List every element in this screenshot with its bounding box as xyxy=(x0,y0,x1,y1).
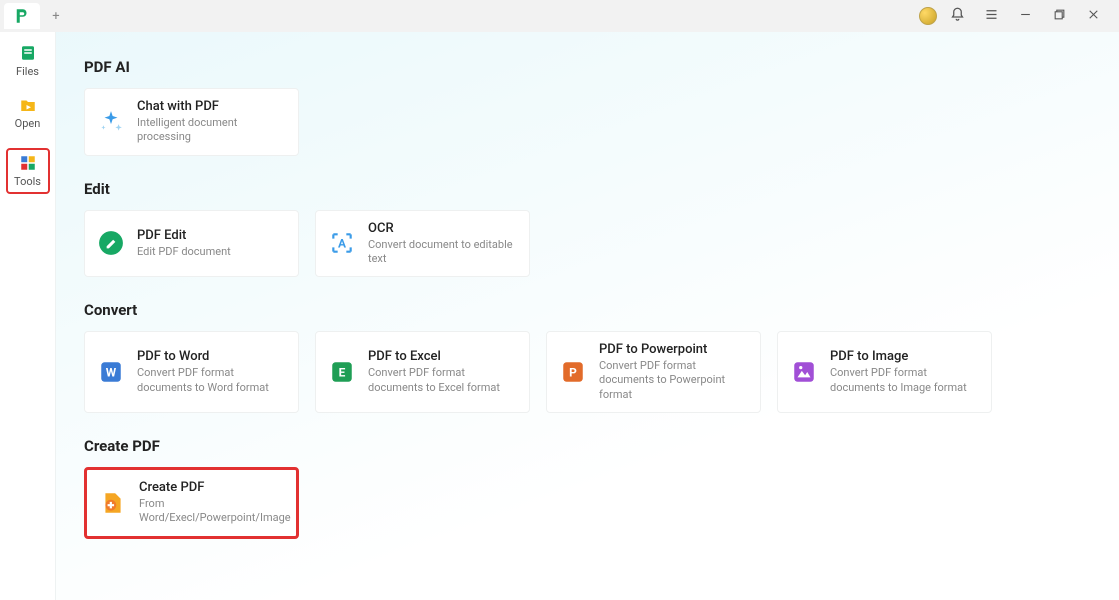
close-icon xyxy=(1087,8,1100,25)
card-pdf-edit[interactable]: PDF Edit Edit PDF document xyxy=(84,210,299,278)
sparkle-icon xyxy=(97,108,125,136)
section-title-edit: Edit xyxy=(84,180,1091,198)
sidebar-item-label: Open xyxy=(15,117,41,130)
menu-button[interactable] xyxy=(977,2,1005,30)
section-title-convert: Convert xyxy=(84,301,1091,319)
card-desc: Convert PDF format documents to Excel fo… xyxy=(368,366,517,395)
notifications-button[interactable] xyxy=(943,2,971,30)
minimize-icon xyxy=(1019,8,1032,25)
open-icon xyxy=(19,96,37,114)
maximize-button[interactable] xyxy=(1045,2,1073,30)
card-desc: Convert PDF format documents to Image fo… xyxy=(830,366,979,395)
word-icon: W xyxy=(97,358,125,386)
svg-text:W: W xyxy=(106,365,117,379)
close-window-button[interactable] xyxy=(1079,2,1107,30)
card-chat-with-pdf[interactable]: Chat with PDF Intelligent document proce… xyxy=(84,88,299,156)
titlebar-left: + xyxy=(4,2,70,30)
card-desc: Edit PDF document xyxy=(137,245,231,259)
sidebar-item-label: Tools xyxy=(14,175,41,188)
section-create-pdf: Create PDF Create PDF From Word/Execl/Po… xyxy=(84,437,1091,539)
card-ocr[interactable]: A OCR Convert document to editable text xyxy=(315,210,530,278)
sidebar-item-files[interactable]: Files xyxy=(6,44,50,78)
ocr-icon: A xyxy=(328,229,356,257)
section-edit: Edit PDF Edit Edit PDF document A xyxy=(84,180,1091,278)
card-title: PDF to Excel xyxy=(368,349,517,364)
card-pdf-to-powerpoint[interactable]: P PDF to Powerpoint Convert PDF format d… xyxy=(546,331,761,413)
card-desc: From Word/Execl/Powerpoint/Image xyxy=(139,497,291,526)
app-logo-icon xyxy=(13,7,31,25)
image-icon xyxy=(790,358,818,386)
card-title: PDF to Word xyxy=(137,349,286,364)
hamburger-icon xyxy=(984,7,999,26)
card-title: PDF to Image xyxy=(830,349,979,364)
section-title-create-pdf: Create PDF xyxy=(84,437,1091,455)
app-tab[interactable] xyxy=(4,3,40,29)
card-desc: Intelligent document processing xyxy=(137,116,286,145)
card-title: Create PDF xyxy=(139,480,291,495)
titlebar: + xyxy=(0,0,1119,32)
section-convert: Convert W PDF to Word Convert PDF format… xyxy=(84,301,1091,413)
titlebar-right xyxy=(919,2,1115,30)
tools-icon xyxy=(19,154,37,172)
sidebar-item-label: Files xyxy=(16,65,39,78)
main-layout: Files Open Tools PDF AI xyxy=(0,32,1119,600)
content-area: PDF AI Chat with PDF Intelligent documen… xyxy=(56,32,1119,600)
svg-text:E: E xyxy=(339,365,346,379)
card-pdf-to-image[interactable]: PDF to Image Convert PDF format document… xyxy=(777,331,992,413)
card-desc: Convert document to editable text xyxy=(368,238,517,267)
excel-icon: E xyxy=(328,358,356,386)
sidebar-item-tools[interactable]: Tools xyxy=(6,148,50,194)
card-desc: Convert PDF format documents to Powerpoi… xyxy=(599,359,748,402)
card-title: PDF Edit xyxy=(137,228,231,243)
powerpoint-icon: P xyxy=(559,358,587,386)
card-pdf-to-excel[interactable]: E PDF to Excel Convert PDF format docume… xyxy=(315,331,530,413)
svg-text:P: P xyxy=(569,365,577,379)
section-pdf-ai: PDF AI Chat with PDF Intelligent documen… xyxy=(84,58,1091,156)
maximize-icon xyxy=(1053,8,1066,25)
avatar-icon[interactable] xyxy=(919,7,937,25)
card-title: Chat with PDF xyxy=(137,99,286,114)
pdf-edit-icon xyxy=(97,229,125,257)
files-icon xyxy=(19,44,37,62)
card-create-pdf[interactable]: Create PDF From Word/Execl/Powerpoint/Im… xyxy=(84,467,299,539)
svg-text:A: A xyxy=(338,237,346,251)
section-title-pdf-ai: PDF AI xyxy=(84,58,1091,76)
card-pdf-to-word[interactable]: W PDF to Word Convert PDF format documen… xyxy=(84,331,299,413)
card-title: PDF to Powerpoint xyxy=(599,342,748,357)
bell-icon xyxy=(950,7,965,26)
create-pdf-icon xyxy=(99,489,127,517)
plus-icon: + xyxy=(52,9,59,24)
sidebar: Files Open Tools xyxy=(0,32,56,600)
card-title: OCR xyxy=(368,221,517,236)
card-desc: Convert PDF format documents to Word for… xyxy=(137,366,286,395)
minimize-button[interactable] xyxy=(1011,2,1039,30)
new-tab-button[interactable]: + xyxy=(42,2,70,30)
sidebar-item-open[interactable]: Open xyxy=(6,96,50,130)
